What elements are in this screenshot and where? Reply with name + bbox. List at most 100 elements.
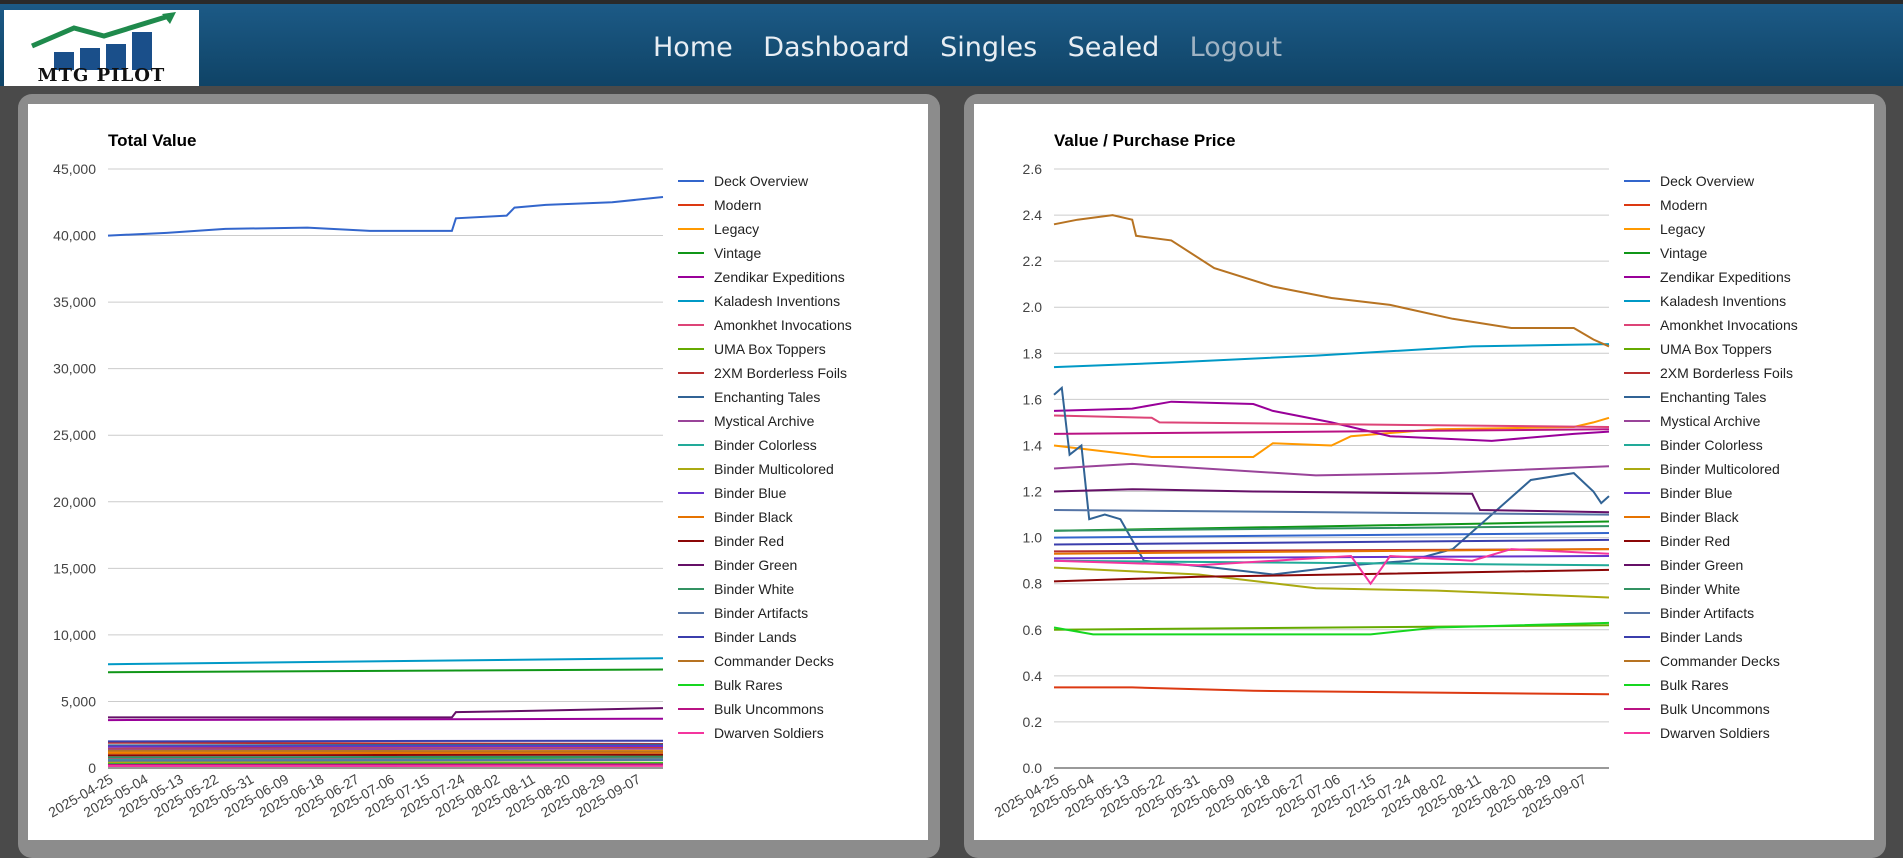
legend-label: Binder Artifacts (714, 605, 808, 621)
legend-label: Amonkhet Invocations (714, 317, 852, 333)
y-tick-label: 1.4 (1023, 437, 1043, 453)
y-tick-label: 0.0 (1023, 760, 1043, 776)
legend-label: Zendikar Expeditions (1660, 269, 1791, 285)
series-line (1053, 400, 1610, 442)
legend-label: Binder White (714, 581, 794, 597)
chart-title: Value / Purchase Price (1054, 131, 1235, 150)
series-line (107, 751, 664, 755)
top-navbar: MTG PILOT Home Dashboard Singles Sealed … (0, 0, 1903, 86)
chart-title: Total Value (108, 131, 197, 150)
legend-label: Commander Decks (1660, 653, 1780, 669)
y-tick-label: 35,000 (53, 294, 96, 310)
legend-label: Deck Overview (1660, 173, 1755, 189)
legend-label: Binder Lands (714, 629, 797, 645)
nav-sealed-link[interactable]: Sealed (1068, 32, 1160, 63)
legend-label: Amonkhet Invocations (1660, 317, 1798, 333)
y-tick-label: 30,000 (53, 361, 96, 377)
y-tick-label: 5,000 (61, 693, 96, 709)
series-line (107, 753, 664, 757)
legend-label: Bulk Uncommons (714, 701, 824, 717)
series-line (1054, 686, 1610, 696)
legend-label: Binder Red (714, 533, 784, 549)
legend-label: UMA Box Toppers (1660, 341, 1772, 357)
legend-label: Vintage (714, 245, 761, 261)
nav-home-link[interactable]: Home (653, 32, 733, 63)
series-line (107, 739, 664, 743)
y-tick-label: 1.0 (1023, 530, 1043, 546)
legend-label: Deck Overview (714, 173, 809, 189)
ratio-card: Value / Purchase Price 0.0 0.2 0.4 0.6 0.8 1.0… (974, 104, 1874, 840)
series-line (107, 755, 664, 759)
series-line (108, 707, 664, 719)
y-tick-label: 0.6 (1023, 622, 1043, 638)
y-tick-label: 2.4 (1023, 207, 1043, 223)
y-tick-label: 15,000 (53, 560, 96, 576)
legend-label: Kaladesh Inventions (714, 293, 840, 309)
legend-label: Modern (1660, 197, 1707, 213)
y-tick-label: 2.6 (1023, 161, 1043, 177)
legend-label: Bulk Rares (714, 677, 782, 693)
series-line (1053, 532, 1610, 539)
series-line (107, 759, 664, 762)
legend-label: Binder Black (714, 509, 794, 525)
y-tick-label: 0 (88, 760, 96, 776)
y-tick-label: 2.0 (1023, 299, 1043, 315)
legend-label: Binder Artifacts (1660, 605, 1754, 621)
legend-label: Binder Lands (1660, 629, 1743, 645)
legend-label: Binder Colorless (714, 437, 817, 453)
y-tick-label: 0.4 (1023, 668, 1043, 684)
logo-text: MTG PILOT (37, 65, 166, 86)
y-tick-label: 1.6 (1023, 391, 1043, 407)
series-line (107, 745, 664, 748)
series-line (1053, 538, 1610, 546)
logo[interactable]: MTG PILOT (4, 10, 199, 86)
legend-label: Dwarven Soldiers (1660, 725, 1770, 741)
nav-logout-link[interactable]: Logout (1190, 32, 1282, 63)
legend-label: Legacy (1660, 221, 1705, 237)
series-line (1053, 385, 1610, 576)
total-value-card: Total Value 0 5,000 10,000 15,000 20,000 25,00… (28, 104, 928, 840)
legend-label: Binder Black (1660, 509, 1740, 525)
nav-singles-link[interactable]: Singles (940, 32, 1037, 63)
y-tick-label: 45,000 (53, 161, 96, 177)
nav-dashboard-link[interactable]: Dashboard (763, 32, 909, 63)
total-value-chart: Total Value 0 5,000 10,000 15,000 20,000 25,00… (45, 131, 852, 820)
legend-label: Binder Green (714, 557, 797, 573)
y-tick-label: 25,000 (53, 427, 96, 443)
series-line (107, 741, 664, 745)
y-tick-label: 1.8 (1023, 345, 1043, 361)
legend-label: Kaladesh Inventions (1660, 293, 1786, 309)
bar-chart-arrow-icon (31, 12, 176, 70)
legend-label: UMA Box Toppers (714, 341, 826, 357)
legend-label: Bulk Uncommons (1660, 701, 1770, 717)
total-value-panel: Total Value 0 5,000 10,000 15,000 20,000 25,00… (18, 94, 940, 858)
legend-label: 2XM Borderless Foils (1660, 365, 1793, 381)
legend-label: Legacy (714, 221, 759, 237)
series-line (1053, 343, 1610, 369)
series-line (107, 668, 664, 674)
legend-label: Binder Green (1660, 557, 1743, 573)
series-line (107, 717, 664, 722)
nav-links: Home Dashboard Singles Sealed Logout (653, 32, 1308, 72)
ratio-panel: Value / Purchase Price 0.0 0.2 0.4 0.6 0.8 1.0… (964, 94, 1886, 858)
y-tick-label: 10,000 (53, 627, 96, 643)
legend-label: Bulk Rares (1660, 677, 1728, 693)
legend-label: Binder Colorless (1660, 437, 1763, 453)
legend-label: Binder Blue (714, 485, 787, 501)
series-line (1053, 428, 1610, 435)
series-line (107, 749, 664, 753)
legend-label: Binder Multicolored (714, 461, 834, 477)
value-purchase-ratio-chart: Value / Purchase Price 0.0 0.2 0.4 0.6 0.8 1.0… (991, 131, 1798, 820)
legend-label: Mystical Archive (714, 413, 815, 429)
legend-label: Commander Decks (714, 653, 834, 669)
legend-label: Mystical Archive (1660, 413, 1761, 429)
legend-label: Zendikar Expeditions (714, 269, 845, 285)
y-tick-label: 20,000 (53, 494, 96, 510)
legend-label: Binder Blue (1660, 485, 1733, 501)
legend-label: Binder Multicolored (1660, 461, 1780, 477)
series-line (1053, 488, 1610, 514)
legend-label: Vintage (1660, 245, 1707, 261)
series-line (107, 196, 664, 237)
y-tick-label: 0.2 (1023, 714, 1043, 730)
legend-label: Enchanting Tales (714, 389, 820, 405)
